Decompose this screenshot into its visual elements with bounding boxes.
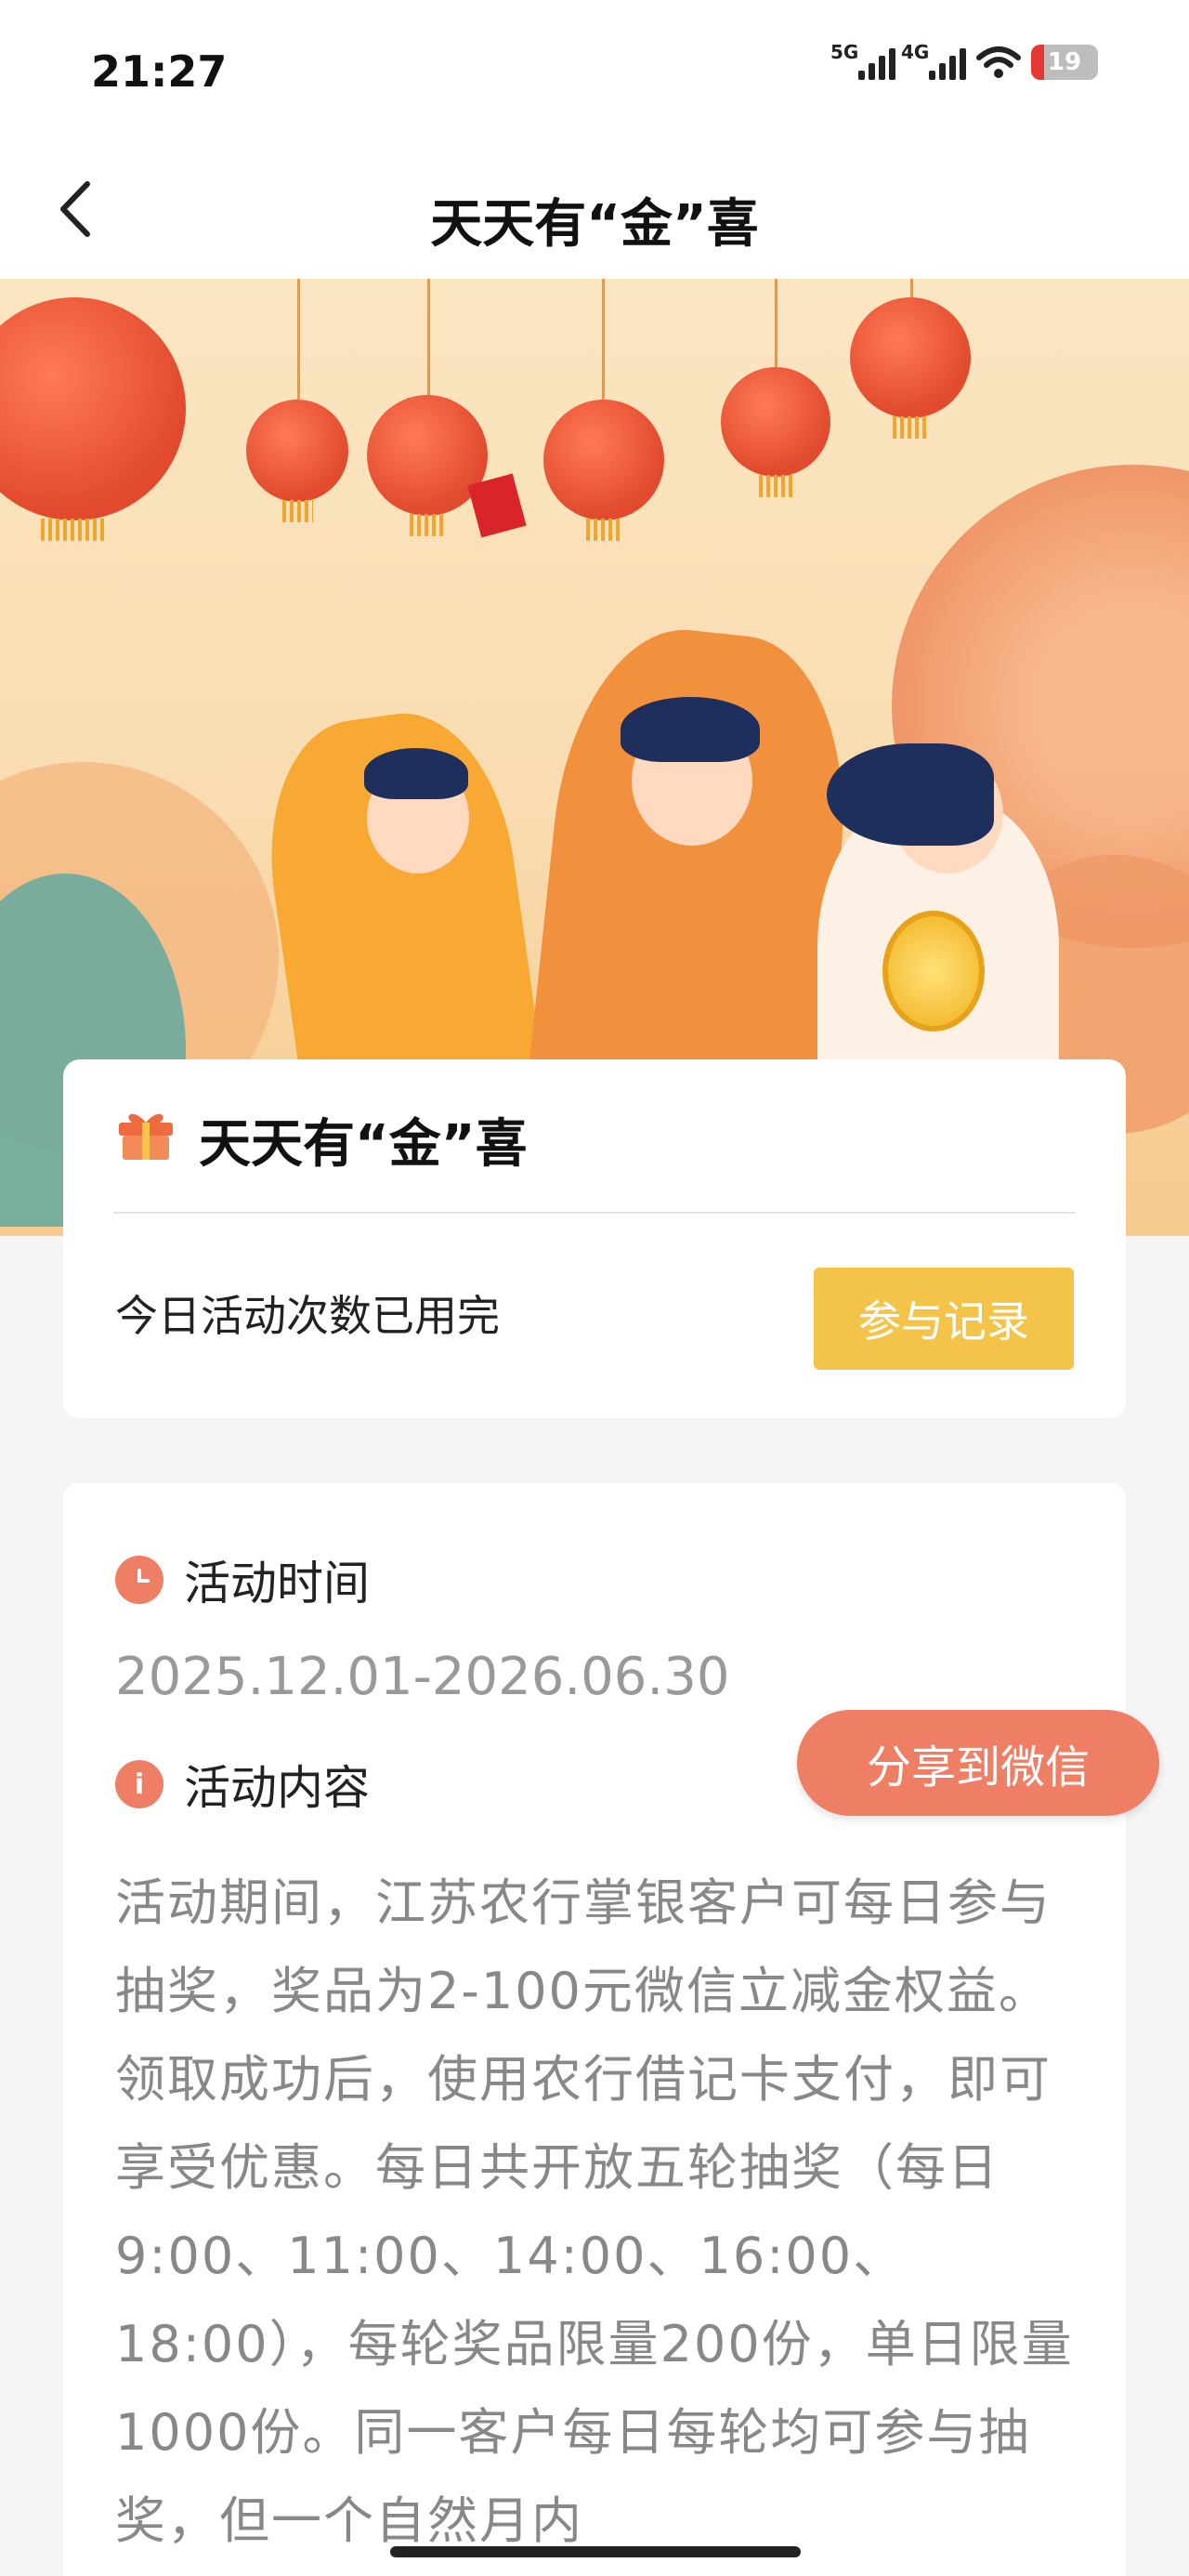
activity-date-range: 2025.12.01-2026.06.30	[115, 1647, 730, 1707]
home-indicator[interactable]	[390, 2546, 801, 2557]
signal-5g-icon: 5G	[830, 41, 895, 80]
status-icons: 5G 4G 19	[830, 41, 1098, 80]
gift-icon	[119, 1113, 173, 1160]
lantern	[0, 297, 186, 541]
share-to-wechat-button[interactable]: 分享到微信	[797, 1710, 1159, 1816]
signal-4g-icon: 4G	[901, 41, 966, 80]
lantern	[367, 395, 488, 536]
battery-icon: 19	[1031, 45, 1098, 80]
lantern	[850, 297, 971, 439]
activity-card: 天天有“金”喜 今日活动次数已用完 参与记录	[63, 1059, 1126, 1418]
info-icon: i	[115, 1760, 163, 1808]
attempts-status: 今日活动次数已用完	[115, 1291, 500, 1341]
activity-info-card: 活动时间 2025.12.01-2026.06.30 i 活动内容 活动期间，江…	[63, 1483, 1126, 2576]
wifi-icon	[976, 46, 1021, 78]
lantern	[721, 367, 830, 497]
lantern	[246, 400, 348, 522]
activity-description: 活动期间，江苏农行掌银客户可每日参与抽奖，奖品为2-100元微信立减金权益。领取…	[115, 1873, 1074, 2550]
activity-time-label: 活动时间	[184, 1557, 370, 1610]
activity-title: 天天有“金”喜	[199, 1114, 528, 1175]
divider	[113, 1212, 1076, 1214]
status-time: 21:27	[91, 46, 228, 97]
page-title: 天天有“金”喜	[430, 194, 759, 255]
red-envelope-icon	[467, 473, 527, 538]
lantern	[543, 400, 664, 541]
status-bar: 21:27 5G 4G 19	[0, 0, 1189, 149]
nav-bar: 天天有“金”喜	[0, 149, 1189, 279]
clock-icon	[115, 1556, 163, 1604]
participation-record-button[interactable]: 参与记录	[814, 1268, 1074, 1370]
activity-content-label: 活动内容	[184, 1761, 370, 1815]
gold-coin-icon	[882, 911, 985, 1032]
